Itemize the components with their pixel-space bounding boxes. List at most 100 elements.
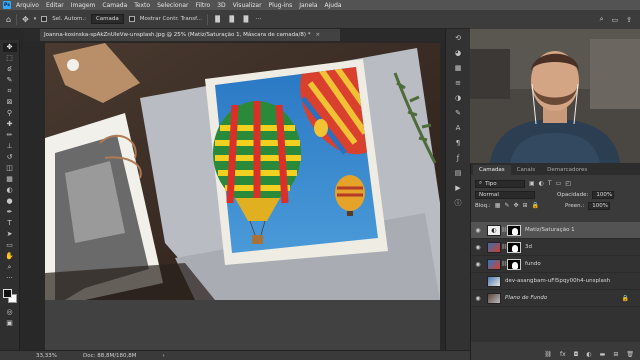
tab-demarcadores[interactable]: Demarcadores xyxy=(541,165,593,175)
layer-row[interactable]: ◉ dev-asangbam-uFl5pqy00h4-unsplash xyxy=(471,273,640,290)
menu-texto[interactable]: Texto xyxy=(134,2,150,9)
color-swatches[interactable] xyxy=(2,288,18,306)
visibility-eye-icon[interactable]: ◉ xyxy=(471,278,485,285)
opacity-input[interactable]: 100% xyxy=(592,190,615,199)
filter-shape-icon[interactable]: ▭ xyxy=(556,180,562,187)
align-right-icon[interactable]: ▐▌ xyxy=(241,16,250,23)
menu-selecionar[interactable]: Selecionar xyxy=(157,2,188,9)
visibility-eye-icon[interactable]: ◉ xyxy=(471,244,485,251)
frame-tool-icon[interactable]: ⊠ xyxy=(3,98,17,107)
mask-icon[interactable]: ◘ xyxy=(574,351,579,358)
filter-type-icon[interactable]: T xyxy=(548,180,552,187)
tab-camadas[interactable]: Camadas xyxy=(473,165,511,175)
layer-name[interactable]: dev-asangbam-uFl5pqy00h4-unsplash xyxy=(505,278,610,284)
gradient-tool-icon[interactable]: ▦ xyxy=(3,175,17,184)
glyphs-icon[interactable]: ƒ xyxy=(452,153,465,164)
more-tools-icon[interactable]: ··· xyxy=(3,274,17,283)
trash-icon[interactable]: 🗑 xyxy=(626,351,634,358)
history-icon[interactable]: ⟲ xyxy=(452,33,465,44)
eraser-tool-icon[interactable]: ◫ xyxy=(3,164,17,173)
link-icon[interactable]: ⛓ xyxy=(544,351,552,358)
menu-3d[interactable]: 3D xyxy=(217,2,225,9)
lock-position-icon[interactable]: ✥ xyxy=(513,202,518,209)
close-icon[interactable]: × xyxy=(315,32,320,38)
lock-transparent-icon[interactable]: ▦ xyxy=(495,202,501,209)
color-icon[interactable]: ◕ xyxy=(452,48,465,59)
marquee-tool-icon[interactable]: ⬚ xyxy=(3,54,17,63)
fx-icon[interactable]: fx xyxy=(560,351,566,358)
layer-name[interactable]: 3d xyxy=(525,244,532,250)
layer-row[interactable]: ◉ ◐ ⛓ Matiz/Saturação 1 xyxy=(471,222,640,239)
move-tool-icon[interactable]: ✥ xyxy=(2,43,17,52)
lasso-tool-icon[interactable]: ఠ xyxy=(3,65,17,74)
paragraph-icon[interactable]: ¶ xyxy=(452,138,465,149)
filter-adjustment-icon[interactable]: ◐ xyxy=(539,180,544,187)
new-layer-icon[interactable]: ⊞ xyxy=(613,351,618,358)
doc-size[interactable]: Doc: 88,8M/180,8M xyxy=(83,353,137,359)
visibility-eye-icon[interactable]: ◉ xyxy=(471,261,485,268)
lock-artboard-icon[interactable]: ⊞ xyxy=(523,202,528,209)
share-icon[interactable]: ⇪ xyxy=(626,16,632,24)
chevron-right-icon[interactable]: › xyxy=(163,353,165,359)
layer-row[interactable]: ◉ ⛓ 3d xyxy=(471,239,640,256)
menu-visualizar[interactable]: Visualizar xyxy=(233,2,262,9)
adjustments-icon[interactable]: ◑ xyxy=(452,93,465,104)
layer-name[interactable]: Plano de Fundo xyxy=(505,295,547,301)
more-options-icon[interactable]: ··· xyxy=(256,16,262,23)
menu-editar[interactable]: Editar xyxy=(46,2,64,9)
layer-mask-thumbnail[interactable] xyxy=(507,258,521,270)
lock-all-icon[interactable]: 🔒 xyxy=(532,202,539,209)
actions-icon[interactable]: ▶ xyxy=(452,183,465,194)
align-center-icon[interactable]: ▐▌ xyxy=(227,16,236,23)
document-tab[interactable]: Joanna-kosinska-spAkZnUleVw-unsplash.jpg… xyxy=(40,29,340,41)
filter-pixel-icon[interactable]: ▣ xyxy=(529,180,535,187)
healing-brush-icon[interactable]: ✚ xyxy=(3,120,17,129)
layer-row[interactable]: ◉ Plano de Fundo 🔒 xyxy=(471,290,640,307)
clone-stamp-icon[interactable]: ⊥ xyxy=(3,142,17,151)
swatches-icon[interactable]: ▦ xyxy=(452,63,465,74)
folder-icon[interactable]: ▬ xyxy=(600,351,606,358)
layer-name[interactable]: Matiz/Saturação 1 xyxy=(525,227,575,233)
layer-filter-select[interactable]: ⌕ Tipo xyxy=(475,179,525,188)
pen-tool-icon[interactable]: ✒ xyxy=(3,208,17,217)
quick-select-tool-icon[interactable]: ✎ xyxy=(3,76,17,85)
photoshop-logo[interactable]: Ps xyxy=(3,1,11,9)
menu-ajuda[interactable]: Ajuda xyxy=(325,2,342,9)
zoom-tool-icon[interactable]: ⌕ xyxy=(3,263,17,272)
adjustment-icon[interactable]: ◐ xyxy=(586,351,591,358)
visibility-eye-icon[interactable]: ◉ xyxy=(471,227,485,234)
move-icon[interactable]: ✥ xyxy=(22,15,29,24)
menu-arquivo[interactable]: Arquivo xyxy=(16,2,39,9)
layer-mask-thumbnail[interactable] xyxy=(507,224,521,236)
info-icon[interactable]: ⓘ xyxy=(452,198,465,209)
visibility-eye-icon[interactable]: ◉ xyxy=(471,295,485,302)
dodge-tool-icon[interactable]: ● xyxy=(3,197,17,206)
properties-icon[interactable]: ≡ xyxy=(452,78,465,89)
libraries-icon[interactable]: ▤ xyxy=(452,168,465,179)
foreground-color[interactable] xyxy=(2,289,12,298)
brush-settings-icon[interactable]: ✎ xyxy=(452,108,465,119)
history-brush-icon[interactable]: ↺ xyxy=(3,153,17,162)
fill-input[interactable]: 100% xyxy=(588,201,611,210)
hand-tool-icon[interactable]: ✋ xyxy=(3,252,17,261)
crop-tool-icon[interactable]: ⌗ xyxy=(3,87,17,96)
character-icon[interactable]: A xyxy=(452,123,465,134)
search-icon[interactable]: ⌕ xyxy=(600,15,604,24)
brush-tool-icon[interactable]: ✏ xyxy=(3,131,17,140)
blur-tool-icon[interactable]: ◐ xyxy=(3,186,17,195)
layer-mask-thumbnail[interactable] xyxy=(507,241,521,253)
align-left-icon[interactable]: ▐▌ xyxy=(213,16,222,23)
shape-tool-icon[interactable]: ▭ xyxy=(3,241,17,250)
filter-smart-icon[interactable]: ◰ xyxy=(565,180,571,187)
layer-row[interactable]: ◉ ⛓ fundo xyxy=(471,256,640,273)
document-image[interactable] xyxy=(45,43,440,300)
menu-plugins[interactable]: Plug-ins xyxy=(269,2,293,9)
menu-janela[interactable]: Janela xyxy=(299,2,317,9)
zoom-level[interactable]: 33,33% xyxy=(36,353,57,359)
menu-camada[interactable]: Camada xyxy=(102,2,127,9)
auto-select-checkbox[interactable] xyxy=(41,16,48,22)
eyedropper-tool-icon[interactable]: ⚲ xyxy=(3,109,17,118)
blend-mode-select[interactable]: Normal xyxy=(475,190,535,199)
tab-canais[interactable]: Canais xyxy=(511,165,541,175)
path-select-icon[interactable]: ➤ xyxy=(3,230,17,239)
